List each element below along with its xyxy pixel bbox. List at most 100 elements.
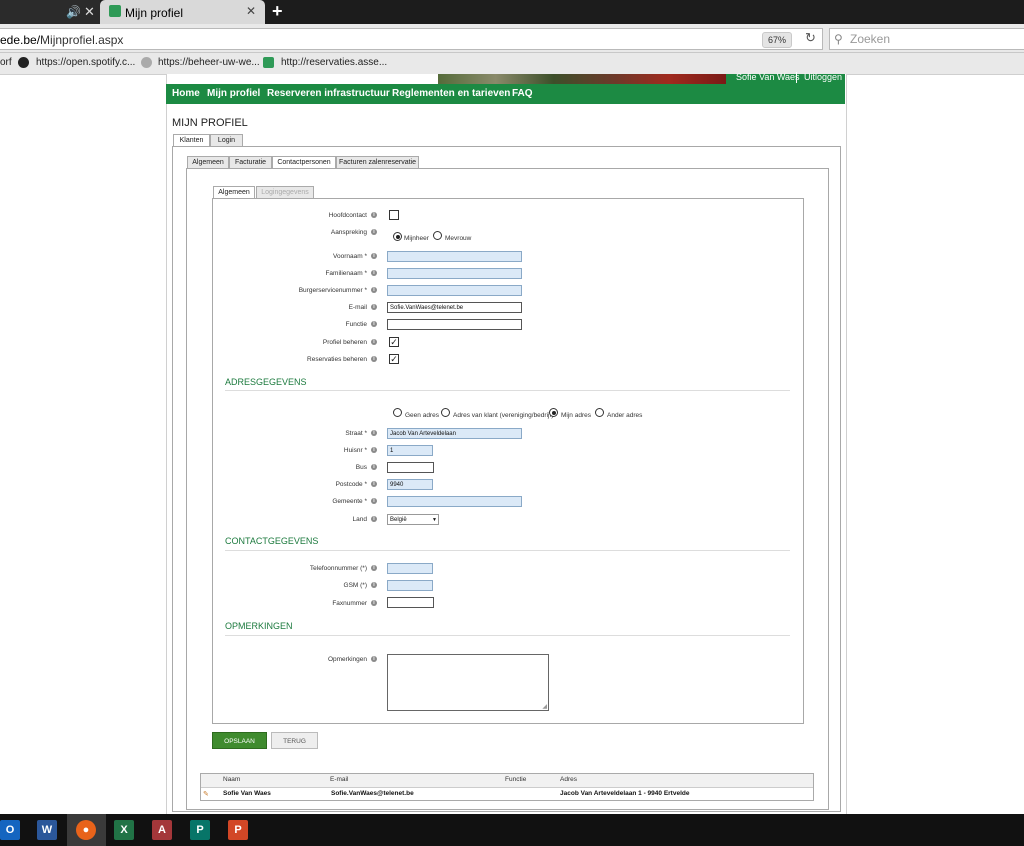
bookmark-item[interactable]: https://open.spotify.c... [36, 57, 135, 68]
land-select[interactable]: België ▼ [387, 514, 439, 525]
gsm-label: GSM (*) [343, 582, 367, 589]
gsm-input[interactable] [387, 580, 433, 591]
opmerkingen-label: Opmerkingen [327, 656, 367, 663]
radio-ander-adres-label: Ander adres [607, 412, 643, 419]
profiel-beheren-checkbox[interactable]: ✓ [389, 337, 399, 347]
profiel-beheren-label: Profiel beheren [322, 339, 367, 346]
column-header-adres[interactable]: Adres [560, 776, 577, 783]
address-bar[interactable]: ede.be/Mijnprofiel.aspx 67% ↻ [0, 28, 823, 50]
nav-reglementen[interactable]: Reglementen en tarieven [392, 88, 510, 99]
voornaam-label: Voornaam * [333, 253, 367, 260]
new-tab-icon[interactable]: + [272, 1, 283, 22]
table-header: Naam E-mail Functie Adres [201, 774, 813, 788]
fax-label: Faxnummer [332, 600, 367, 607]
postcode-input[interactable]: 9940 [387, 479, 433, 490]
info-icon: i [371, 498, 377, 504]
voornaam-input[interactable] [387, 251, 522, 262]
resize-handle-icon[interactable]: ◢ [542, 703, 547, 710]
access-icon[interactable]: A [152, 820, 172, 840]
search-input[interactable]: ⚲ Zoeken [829, 28, 1024, 50]
powerpoint-icon[interactable]: P [228, 820, 248, 840]
info-icon: i [371, 321, 377, 327]
radio-mijn-adres[interactable] [549, 408, 558, 417]
section-opmerkingen: OPMERKINGEN [225, 621, 293, 631]
info-icon: i [371, 287, 377, 293]
search-icon: ⚲ [834, 32, 843, 46]
hoofdcontact-checkbox[interactable] [389, 210, 399, 220]
cell-naam: Sofie Van Waes [223, 790, 271, 797]
postcode-label: Postcode * [335, 481, 367, 488]
nav-faq[interactable]: FAQ [512, 88, 533, 99]
radio-adres-van-klant[interactable] [441, 408, 450, 417]
word-icon[interactable]: W [37, 820, 57, 840]
edit-pencil-icon[interactable]: ✎ [203, 790, 209, 798]
info-icon: i [371, 270, 377, 276]
land-label: Land [352, 516, 367, 523]
straat-input[interactable]: Jacob Van Arteveldelaan [387, 428, 522, 439]
chevron-down-icon: ▼ [432, 517, 437, 523]
radio-geen-adres[interactable] [393, 408, 402, 417]
site-favicon-icon [109, 5, 121, 17]
opmerkingen-textarea[interactable]: ◢ [387, 654, 549, 711]
outlook-icon[interactable]: O [0, 820, 20, 840]
nav-mijn-profiel[interactable]: Mijn profiel [207, 88, 260, 99]
info-icon: i [371, 464, 377, 470]
info-icon: i [371, 600, 377, 606]
burgerservicenummer-label: Burgerservicenummer * [298, 287, 367, 294]
back-button[interactable]: TERUG [271, 732, 318, 749]
land-select-value: België [390, 517, 407, 523]
column-header-naam[interactable]: Naam [223, 776, 240, 783]
save-button[interactable]: OPSLAAN [212, 732, 267, 749]
logout-link[interactable]: Uitloggen [804, 72, 842, 82]
familienaam-input[interactable] [387, 268, 522, 279]
nav-home[interactable]: Home [172, 88, 200, 99]
nav-reserveren[interactable]: Reserveren infrastructuur [267, 88, 390, 99]
close-tab-icon[interactable]: ✕ [84, 4, 95, 20]
radio-mijnheer-label: Mijnheer [404, 235, 429, 242]
radio-mijnheer[interactable] [393, 232, 402, 241]
gemeente-input[interactable] [387, 496, 522, 507]
table-row[interactable]: ✎ Sofie Van Waes Sofie.VanWaes@telenet.b… [201, 787, 813, 800]
bus-input[interactable] [387, 462, 434, 473]
cell-email: Sofie.VanWaes@telenet.be [331, 790, 414, 797]
section-divider [225, 635, 790, 636]
cell-adres: Jacob Van Arteveldelaan 1 - 9940 Ertveld… [560, 790, 690, 797]
excel-icon[interactable]: X [114, 820, 134, 840]
radio-adres-van-klant-label: Adres van klant (vereniging/bedrijf) [453, 412, 554, 419]
info-icon: i [371, 516, 377, 522]
close-tab-icon[interactable]: ✕ [246, 4, 256, 18]
functie-input[interactable] [387, 319, 522, 330]
divider [796, 72, 797, 83]
reservaties-beheren-checkbox[interactable]: ✓ [389, 354, 399, 364]
bookmark-item[interactable]: orf [0, 57, 12, 68]
bookmark-item[interactable]: http://reservaties.asse... [281, 57, 387, 68]
telefoon-input[interactable] [387, 563, 433, 574]
bus-label: Bus [355, 464, 367, 471]
column-header-functie[interactable]: Functie [505, 776, 526, 783]
burgerservicenummer-input[interactable] [387, 285, 522, 296]
firefox-icon[interactable]: ● [76, 820, 96, 840]
info-icon: i [371, 447, 377, 453]
info-icon: i [371, 565, 377, 571]
reload-icon[interactable]: ↻ [805, 30, 816, 46]
radio-mevrouw[interactable] [433, 231, 442, 240]
globe-icon [141, 57, 152, 68]
info-icon: i [371, 430, 377, 436]
active-tab[interactable]: Mijn profiel ✕ [100, 0, 265, 24]
radio-ander-adres[interactable] [595, 408, 604, 417]
background-tab[interactable]: 🔊 ✕ [0, 0, 100, 24]
search-placeholder: Zoeken [850, 32, 891, 46]
huisnr-input[interactable]: 1 [387, 445, 433, 456]
user-name: Sofie Van Waes [736, 72, 800, 82]
fax-input[interactable] [387, 597, 434, 608]
contacts-table: Naam E-mail Functie Adres ✎ Sofie Van Wa… [200, 773, 814, 801]
publisher-icon[interactable]: P [190, 820, 210, 840]
zoom-indicator[interactable]: 67% [762, 32, 792, 48]
info-icon: i [371, 481, 377, 487]
speaker-icon[interactable]: 🔊 [66, 5, 81, 19]
bookmark-item[interactable]: https://beheer-uw-we... [158, 57, 260, 68]
info-icon: i [371, 212, 377, 218]
email-input[interactable]: Sofie.VanWaes@telenet.be [387, 302, 522, 313]
column-header-email[interactable]: E-mail [330, 776, 348, 783]
page-title: MIJN PROFIEL [172, 117, 248, 129]
